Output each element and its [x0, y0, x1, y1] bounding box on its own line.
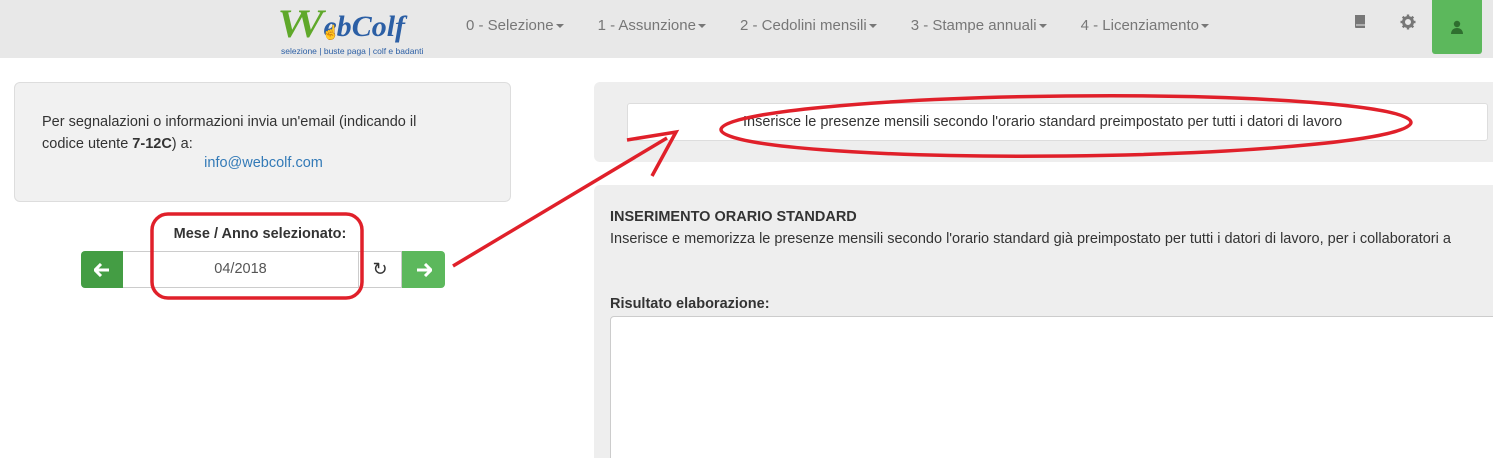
- main-menu: 0 - Selezione 1 - Assunzione 2 - Cedolin…: [466, 0, 1243, 50]
- refresh-button[interactable]: ↻: [359, 251, 402, 288]
- hand-cursor-icon: ☝: [322, 24, 340, 40]
- webcolf-logo[interactable]: VV eb Colf ☝ selezione | buste paga | co…: [278, 2, 433, 57]
- user-icon: [1451, 20, 1463, 34]
- menu-label: 1 - Assunzione: [597, 16, 696, 34]
- caret-down-icon: [1201, 23, 1210, 28]
- function-description-text: Inserisce le presenze mensili secondo l'…: [743, 114, 1343, 130]
- month-selector: 04/2018 ↻: [81, 251, 445, 288]
- menu-licenziamento[interactable]: 4 - Licenziamento: [1080, 16, 1210, 34]
- arrow-right-icon: [416, 262, 432, 277]
- arrow-left-icon: [94, 262, 109, 277]
- info-text-before: Per segnalazioni o informazioni invia un…: [42, 114, 417, 152]
- logo-ww: VV: [278, 1, 323, 46]
- user-code: 7-12C: [132, 136, 172, 152]
- menu-stampe-annuali[interactable]: 3 - Stampe annuali: [911, 17, 1047, 34]
- caret-down-icon: [868, 23, 877, 28]
- menu-label: 4 - Licenziamento: [1080, 16, 1200, 34]
- refresh-icon: ↻: [372, 259, 388, 279]
- menu-label: 3 - Stampe annuali: [910, 16, 1037, 34]
- logo-wordmark: VV eb Colf: [278, 2, 405, 44]
- contact-info-text: Per segnalazioni o informazioni invia un…: [42, 111, 462, 155]
- contact-info-panel: Per segnalazioni o informazioni invia un…: [14, 82, 511, 202]
- logo-colf: Colf: [351, 10, 406, 43]
- function-description-field: Inserisce le presenze mensili secondo l'…: [627, 103, 1488, 141]
- navbar: VV eb Colf ☝ selezione | buste paga | co…: [0, 0, 1493, 58]
- info-text-after: ) a:: [171, 136, 193, 152]
- logo-tagline: selezione | buste paga | colf e badanti: [281, 46, 424, 56]
- month-year-label: Mese / Anno selezionato:: [173, 226, 347, 242]
- support-email-link[interactable]: info@webcolf.com: [15, 155, 512, 171]
- next-month-button[interactable]: [402, 251, 445, 288]
- result-output-area[interactable]: [610, 316, 1493, 458]
- caret-down-icon: [697, 23, 706, 28]
- result-label: Risultato elaborazione:: [610, 296, 770, 312]
- menu-assunzione[interactable]: 1 - Assunzione: [598, 17, 706, 34]
- section-title: INSERIMENTO ORARIO STANDARD: [610, 209, 857, 225]
- menu-label: 2 - Cedolini mensili: [739, 16, 867, 34]
- menu-label: 0 - Selezione: [466, 16, 554, 34]
- function-description-panel: Inserisce le presenze mensili secondo l'…: [594, 82, 1493, 162]
- menu-cedolini-mensili[interactable]: 2 - Cedolini mensili: [740, 17, 877, 34]
- caret-down-icon: [1038, 23, 1047, 28]
- section-description: Inserisce e memorizza le presenze mensil…: [610, 231, 1451, 247]
- caret-down-icon: [555, 23, 564, 28]
- user-button[interactable]: [1432, 0, 1482, 54]
- month-year-input[interactable]: 04/2018: [123, 251, 359, 288]
- standard-schedule-panel: INSERIMENTO ORARIO STANDARD Inserisce e …: [594, 185, 1493, 458]
- book-icon[interactable]: [1350, 14, 1370, 34]
- menu-selezione[interactable]: 0 - Selezione: [466, 17, 564, 34]
- gear-icon[interactable]: [1398, 14, 1418, 34]
- previous-month-button[interactable]: [81, 251, 123, 288]
